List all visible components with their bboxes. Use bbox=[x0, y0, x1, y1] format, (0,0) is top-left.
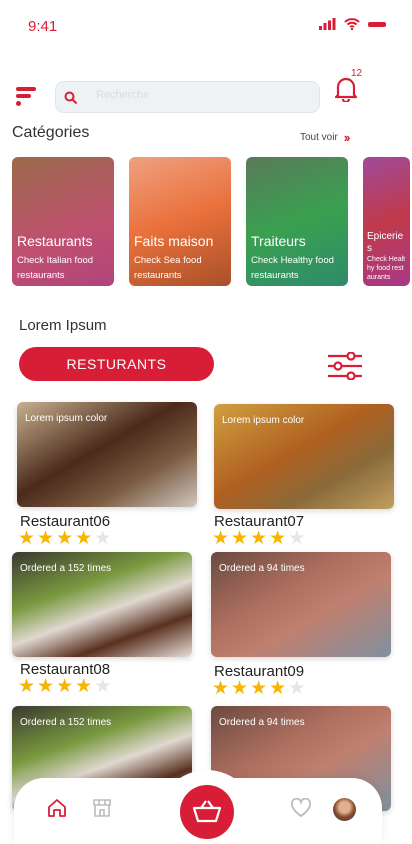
rating-stars: ★ ★ ★ ★ ★ bbox=[18, 528, 112, 549]
filter-sliders-icon[interactable] bbox=[327, 352, 363, 380]
category-subtitle: Check Healthy food restaurants bbox=[367, 256, 406, 281]
star-icon: ★ bbox=[212, 528, 230, 549]
category-title: Traiteurs bbox=[251, 233, 306, 249]
restaurant-card[interactable]: Lorem ipsum color bbox=[17, 402, 197, 507]
star-icon: ★ bbox=[75, 676, 93, 697]
star-icon: ★ bbox=[231, 678, 249, 699]
status-icons bbox=[319, 18, 390, 30]
star-icon: ★ bbox=[18, 676, 36, 697]
status-time: 9:41 bbox=[28, 18, 58, 35]
see-all-link[interactable]: Tout voir ›› bbox=[300, 130, 351, 145]
rating-stars: ★ ★ ★ ★ ★ bbox=[18, 676, 112, 697]
battery-icon bbox=[368, 22, 386, 27]
category-subtitle: Check Healthy food restaurants bbox=[251, 255, 334, 281]
heart-icon[interactable] bbox=[290, 798, 312, 818]
star-icon: ★ bbox=[75, 528, 93, 549]
store-icon[interactable] bbox=[92, 798, 112, 818]
category-title: Epiceries bbox=[367, 231, 404, 254]
star-icon: ★ bbox=[37, 528, 55, 549]
category-card-faits-maison[interactable]: Faits maison Check Sea food restaurants bbox=[129, 157, 231, 286]
home-icon[interactable] bbox=[47, 798, 67, 818]
category-card-restaurants[interactable]: Restaurants Check Italian food restaurant… bbox=[12, 157, 114, 286]
profile-avatar[interactable] bbox=[333, 798, 356, 821]
star-icon: ★ bbox=[269, 528, 287, 549]
card-label: Ordered a 94 times bbox=[219, 563, 305, 574]
star-icon: ★ bbox=[37, 676, 55, 697]
rating-stars: ★ ★ ★ ★ ★ bbox=[212, 678, 306, 699]
card-label: Ordered a 152 times bbox=[20, 717, 112, 728]
signal-icon bbox=[319, 18, 336, 30]
category-subtitle: Check Sea food restaurants bbox=[134, 255, 202, 281]
search-input[interactable] bbox=[96, 89, 296, 101]
basket-button[interactable] bbox=[180, 785, 234, 839]
categories-title: Catégories bbox=[12, 124, 90, 141]
star-icon: ★ bbox=[56, 528, 74, 549]
see-all-label: Tout voir bbox=[300, 132, 338, 143]
wifi-icon bbox=[344, 18, 360, 30]
menu-icon[interactable] bbox=[16, 87, 36, 107]
star-icon: ★ bbox=[94, 676, 112, 697]
star-icon: ★ bbox=[250, 678, 268, 699]
star-icon: ★ bbox=[18, 528, 36, 549]
card-label: Ordered a 152 times bbox=[20, 563, 112, 574]
basket-icon bbox=[193, 800, 221, 823]
category-card-epiceries[interactable]: Epiceries Check Healthy food restaurants bbox=[363, 157, 410, 286]
category-title: Restaurants bbox=[17, 233, 93, 249]
star-icon: ★ bbox=[269, 678, 287, 699]
star-icon: ★ bbox=[288, 528, 306, 549]
search-icon bbox=[64, 91, 78, 105]
card-label: Lorem ipsum color bbox=[25, 413, 108, 424]
notification-badge: 12 bbox=[351, 68, 363, 79]
category-card-traiteurs[interactable]: Traiteurs Check Healthy food restaurants bbox=[246, 157, 348, 286]
chevrons-right-icon: ›› bbox=[343, 130, 351, 145]
rating-stars: ★ ★ ★ ★ ★ bbox=[212, 528, 306, 549]
search-bar[interactable] bbox=[55, 81, 320, 113]
category-subtitle: Check Italian food restaurants bbox=[17, 255, 94, 281]
star-icon: ★ bbox=[212, 678, 230, 699]
bell-icon[interactable] bbox=[334, 76, 358, 102]
star-icon: ★ bbox=[56, 676, 74, 697]
restaurant-card[interactable]: Ordered a 94 times bbox=[211, 552, 391, 657]
restaurants-filter-button[interactable]: RESTURANTS bbox=[19, 347, 214, 381]
star-icon: ★ bbox=[94, 528, 112, 549]
star-icon: ★ bbox=[288, 678, 306, 699]
card-label: Ordered a 94 times bbox=[219, 717, 305, 728]
section-title: Lorem Ipsum bbox=[19, 317, 107, 334]
card-label: Lorem ipsum color bbox=[222, 415, 305, 426]
star-icon: ★ bbox=[231, 528, 249, 549]
category-title: Faits maison bbox=[134, 233, 214, 249]
restaurant-card[interactable]: Lorem ipsum color bbox=[214, 404, 394, 509]
restaurant-card[interactable]: Ordered a 152 times bbox=[12, 552, 192, 657]
star-icon: ★ bbox=[250, 528, 268, 549]
